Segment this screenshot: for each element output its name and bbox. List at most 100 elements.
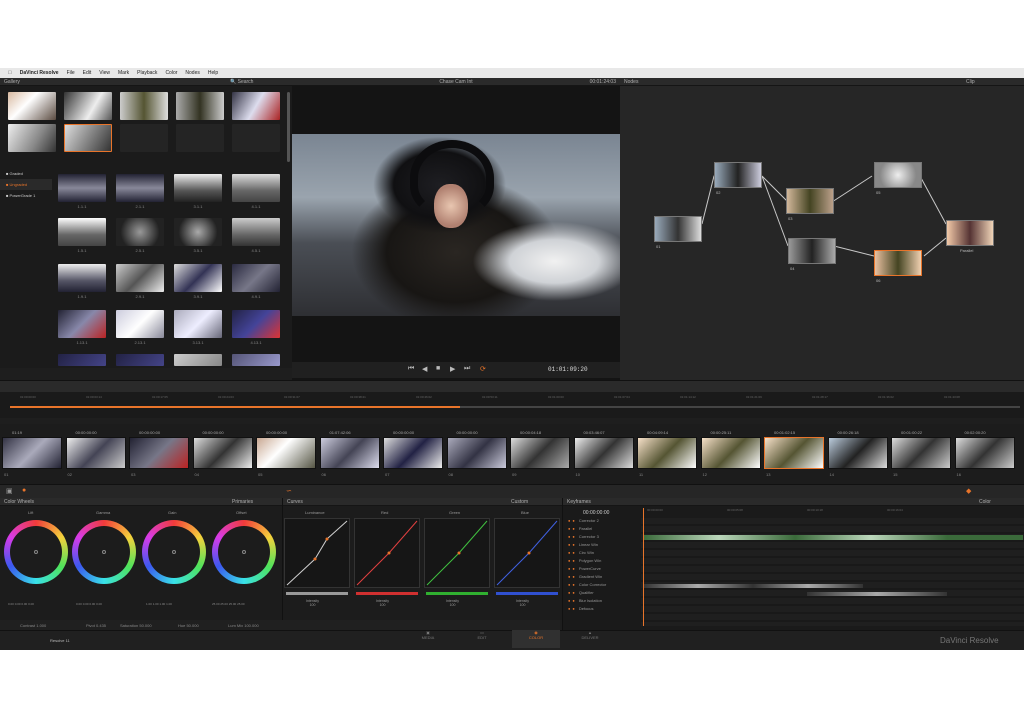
still-thumb[interactable] [174, 354, 222, 366]
still-thumb[interactable] [58, 310, 106, 338]
next-icon[interactable]: ⏭ [464, 365, 470, 373]
eye-icon[interactable]: ● [572, 558, 574, 563]
keyframe-row[interactable]: ● ● Gradient Win [568, 574, 602, 580]
node-01[interactable] [654, 216, 702, 242]
node-02[interactable] [714, 162, 762, 188]
still-thumb[interactable] [116, 218, 164, 246]
menu-view[interactable]: View [99, 70, 110, 76]
eye-icon[interactable]: ● [572, 542, 574, 547]
lummix-value[interactable]: Lum Mix 100.000 [228, 623, 259, 628]
timeline-clip[interactable] [510, 437, 570, 469]
contrast-value[interactable]: Contrast 1.000 [20, 623, 46, 628]
timeline-clip[interactable] [827, 437, 888, 469]
still-thumb[interactable] [8, 92, 56, 120]
timeline-clip[interactable] [954, 437, 1015, 469]
lock-icon[interactable]: ● [568, 606, 570, 611]
still-thumb[interactable] [64, 92, 112, 120]
keyframe-row[interactable]: ● ● PowerCurve [568, 566, 601, 572]
wheels-mode-select[interactable]: Primaries [232, 498, 253, 506]
luminance-intensity-bar[interactable] [286, 592, 348, 595]
channel-luminance[interactable]: Luminance [305, 510, 325, 515]
keyframe-track-qualifier[interactable] [807, 592, 947, 596]
eye-icon[interactable]: ● [572, 518, 574, 523]
lock-icon[interactable]: ● [568, 598, 570, 603]
timeline-clip[interactable] [446, 437, 507, 469]
lock-icon[interactable]: ● [568, 518, 570, 523]
lock-icon[interactable]: ● [568, 550, 570, 555]
still-thumb[interactable] [116, 310, 164, 338]
channel-blue[interactable]: Blue [521, 510, 529, 515]
timeline-clip[interactable] [891, 437, 951, 469]
menu-help[interactable]: Help [208, 70, 218, 76]
lock-icon[interactable]: ● [568, 558, 570, 563]
eye-icon[interactable]: ● [572, 582, 574, 587]
still-thumb[interactable] [176, 92, 224, 120]
curves-mode-select[interactable]: Custom [511, 498, 528, 506]
still-thumb[interactable] [174, 218, 222, 246]
eye-icon[interactable]: ● [572, 606, 574, 611]
still-thumb[interactable] [58, 354, 106, 366]
still-thumb[interactable] [174, 310, 222, 338]
keyframe-row[interactable]: ● ● Corrector 3 [568, 534, 599, 540]
lock-icon[interactable]: ● [568, 566, 570, 571]
gallery-scrollbar[interactable] [287, 92, 290, 162]
hue-value[interactable]: Hue 50.000 [178, 623, 199, 628]
apple-icon[interactable]:  [8, 70, 12, 76]
eye-icon[interactable]: ● [572, 574, 574, 579]
timeline-clip[interactable] [319, 437, 380, 469]
keyframe-row[interactable]: ● ● Linear Win [568, 542, 598, 548]
menu-mark[interactable]: Mark [118, 70, 129, 76]
album-ungraded[interactable]: ■ Ungraded [0, 179, 52, 190]
saturation-value[interactable]: Saturation 50.000 [120, 623, 152, 628]
menu-edit[interactable]: Edit [83, 70, 92, 76]
channel-red[interactable]: Red [381, 510, 388, 515]
menu-app-name[interactable]: DaVinci Resolve [20, 70, 59, 76]
still-thumb[interactable] [232, 218, 280, 246]
still-thumb[interactable] [116, 264, 164, 292]
timeline-clip[interactable] [2, 437, 62, 469]
eye-icon[interactable]: ● [572, 598, 574, 603]
viewer-image[interactable] [292, 134, 620, 316]
timeline-clip[interactable] [764, 437, 824, 469]
keyframe-track-colorcorrector[interactable] [643, 584, 863, 588]
timeline-clip[interactable] [65, 437, 126, 469]
keyframe-playhead[interactable] [643, 508, 644, 626]
still-thumb[interactable] [58, 174, 106, 202]
still-thumb[interactable] [232, 354, 280, 366]
still-thumb[interactable] [232, 310, 280, 338]
still-thumb[interactable] [116, 354, 164, 366]
menu-nodes[interactable]: Nodes [185, 70, 199, 76]
still-thumb[interactable] [116, 174, 164, 202]
timeline-clip[interactable] [637, 437, 697, 469]
viewer-clip-name[interactable]: Chase Cam Int [439, 79, 472, 85]
play-icon[interactable]: ▶ [450, 365, 455, 373]
curves-icon[interactable]: ∽ [286, 487, 292, 495]
blue-intensity-bar[interactable] [496, 592, 558, 595]
still-thumb[interactable] [232, 92, 280, 120]
pivot-value[interactable]: Pivot 0.435 [86, 623, 106, 628]
lock-icon[interactable]: ● [568, 534, 570, 539]
menu-color[interactable]: Color [165, 70, 177, 76]
keyframe-row[interactable]: ● ● Corrector 2 [568, 518, 599, 524]
still-thumb[interactable] [8, 124, 56, 152]
green-curve[interactable] [424, 518, 490, 588]
still-thumb[interactable] [232, 174, 280, 202]
stop-button[interactable]: ■ [436, 365, 440, 372]
menu-file[interactable]: File [67, 70, 75, 76]
gallery-search[interactable]: 🔍 Search [230, 78, 253, 86]
green-intensity-bar[interactable] [426, 592, 488, 595]
timeline-clip[interactable] [192, 437, 253, 469]
keyframe-row[interactable]: ● ● Defocus [568, 606, 594, 612]
keyframe-row[interactable]: ● ● Circ Win [568, 550, 594, 556]
still-thumb[interactable] [174, 264, 222, 292]
keyframe-row[interactable]: ● ● Blur Isolation [568, 598, 602, 604]
page-media[interactable]: ▣ MEDIA [404, 630, 452, 648]
keyframe-icon[interactable]: ◆ [966, 487, 971, 495]
keyframe-track-corrector3[interactable] [643, 535, 1023, 540]
lock-icon[interactable]: ● [568, 574, 570, 579]
timeline-playhead-bar[interactable] [10, 406, 460, 408]
album-powergrade[interactable]: ■ PowerGrade 1 [0, 190, 52, 201]
gamma-wheel[interactable] [72, 520, 136, 584]
eye-icon[interactable]: ● [572, 526, 574, 531]
page-deliver[interactable]: ▲ DELIVER [566, 630, 614, 648]
